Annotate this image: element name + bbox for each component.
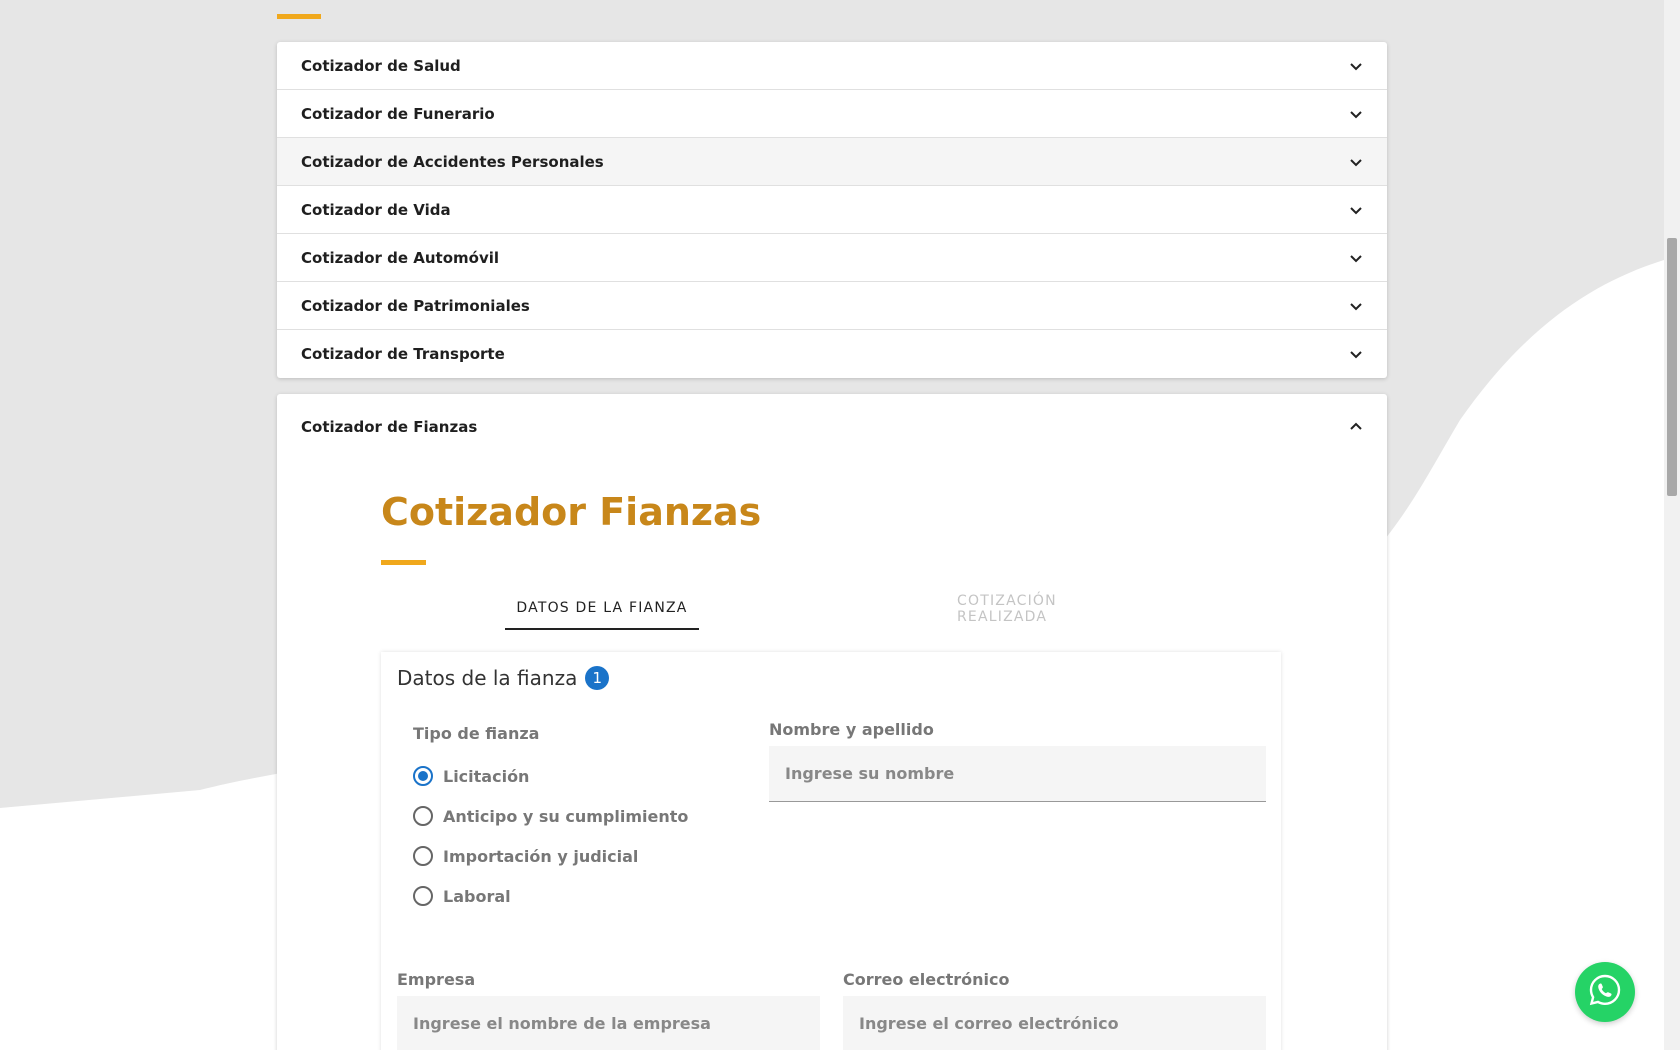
section-accent-bar xyxy=(277,14,321,19)
chevron-down-icon xyxy=(1349,59,1363,73)
correo-label: Correo electrónico xyxy=(843,970,1010,989)
accordion-item-label: Cotizador de Fianzas xyxy=(301,418,478,436)
radio-label: Laboral xyxy=(443,886,511,906)
accordion-item-label: Cotizador de Vida xyxy=(301,200,451,219)
tipo-fianza-label: Tipo de fianza xyxy=(413,724,540,743)
correo-field xyxy=(843,996,1266,1050)
chevron-down-icon xyxy=(1349,203,1363,217)
scrollbar[interactable] xyxy=(1664,0,1680,1050)
step-datos-fianza[interactable]: DATOS DE LA FIANZA xyxy=(505,588,699,630)
radio-label: Anticipo y su cumplimiento xyxy=(443,806,689,826)
radio-button[interactable] xyxy=(413,766,433,786)
radio-button[interactable] xyxy=(413,846,433,866)
radio-label: Importación y judicial xyxy=(443,846,639,866)
accordion-item-label: Cotizador de Salud xyxy=(301,56,461,75)
accordion-item-salud[interactable]: Cotizador de Salud xyxy=(277,42,1387,90)
page-title: Cotizador Fianzas xyxy=(381,490,762,534)
nombre-input[interactable] xyxy=(785,764,1250,783)
step-cotizacion-realizada[interactable]: COTIZACIÓN REALIZADA xyxy=(957,588,1151,630)
radio-button[interactable] xyxy=(413,806,433,826)
card-title: Datos de la fianza 1 xyxy=(397,666,610,690)
accordion-item-vida[interactable]: Cotizador de Vida xyxy=(277,186,1387,234)
radio-button[interactable] xyxy=(413,886,433,906)
accordion-item-label: Cotizador de Transporte xyxy=(301,345,505,363)
radio-importacion[interactable]: Importación y judicial xyxy=(413,846,638,866)
quoter-accordion: Cotizador de Salud Cotizador de Funerari… xyxy=(277,42,1387,378)
accordion-item-transporte[interactable]: Cotizador de Transporte xyxy=(277,330,1387,378)
empresa-field xyxy=(397,996,820,1050)
accordion-item-label: Cotizador de Funerario xyxy=(301,104,495,123)
accordion-item-automovil[interactable]: Cotizador de Automóvil xyxy=(277,234,1387,282)
radio-label: Licitación xyxy=(443,766,530,786)
whatsapp-button[interactable] xyxy=(1575,962,1635,1022)
fianzas-panel: Cotizador de Fianzas Cotizador Fianzas D… xyxy=(277,394,1387,1050)
accordion-item-patrimoniales[interactable]: Cotizador de Patrimoniales xyxy=(277,282,1387,330)
radio-laboral[interactable]: Laboral xyxy=(413,886,511,906)
nombre-label: Nombre y apellido xyxy=(769,720,934,739)
chevron-down-icon xyxy=(1349,107,1363,121)
chevron-up-icon xyxy=(1349,420,1363,434)
accordion-item-fianzas[interactable]: Cotizador de Fianzas xyxy=(277,394,1387,460)
accordion-item-funerario[interactable]: Cotizador de Funerario xyxy=(277,90,1387,138)
title-accent-bar xyxy=(381,560,426,565)
accordion-item-label: Cotizador de Automóvil xyxy=(301,248,500,267)
accordion-item-label: Cotizador de Accidentes Personales xyxy=(301,152,604,171)
step-badge: 1 xyxy=(585,666,610,690)
empresa-input[interactable] xyxy=(413,1014,804,1033)
fianza-form-card: Datos de la fianza 1 Tipo de fianza Lici… xyxy=(381,652,1281,1050)
chevron-down-icon xyxy=(1349,155,1363,169)
accordion-item-label: Cotizador de Patrimoniales xyxy=(301,296,530,315)
chevron-down-icon xyxy=(1349,251,1363,265)
empresa-label: Empresa xyxy=(397,970,476,989)
card-title-text: Datos de la fianza xyxy=(397,666,578,690)
nombre-field xyxy=(769,746,1266,802)
chevron-down-icon xyxy=(1349,299,1363,313)
radio-anticipo[interactable]: Anticipo y su cumplimiento xyxy=(413,806,688,826)
radio-licitacion[interactable]: Licitación xyxy=(413,766,529,786)
stepper: DATOS DE LA FIANZA COTIZACIÓN REALIZADA xyxy=(381,588,1281,630)
chevron-down-icon xyxy=(1349,347,1363,361)
whatsapp-icon xyxy=(1588,973,1622,1011)
scrollbar-thumb[interactable] xyxy=(1667,238,1677,496)
correo-input[interactable] xyxy=(859,1014,1250,1033)
accordion-item-accidentes[interactable]: Cotizador de Accidentes Personales xyxy=(277,138,1387,186)
